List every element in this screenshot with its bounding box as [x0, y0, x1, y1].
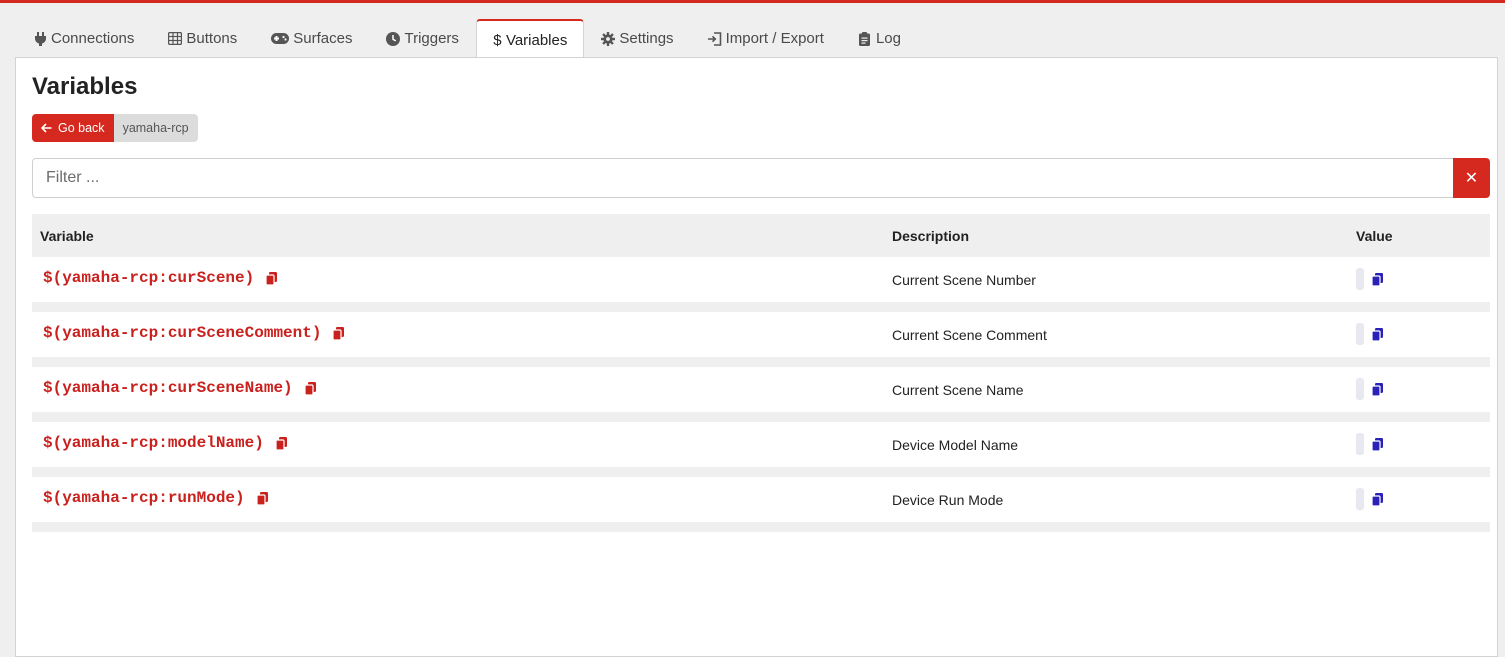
- variable-value: [1356, 488, 1364, 510]
- copy-variable-icon[interactable]: [333, 326, 345, 340]
- plug-icon: [33, 31, 47, 46]
- tab-log[interactable]: Log: [841, 19, 918, 58]
- variable-value: [1356, 433, 1364, 455]
- copy-variable-icon[interactable]: [304, 381, 316, 395]
- tab-label: Buttons: [186, 30, 238, 47]
- row-divider: [32, 467, 1490, 477]
- filter-input[interactable]: [32, 158, 1453, 198]
- variable-description: Device Run Mode: [892, 492, 1004, 508]
- header-variable: Variable: [40, 227, 94, 244]
- variable-value: [1356, 378, 1364, 400]
- variable-value: [1356, 323, 1364, 345]
- tab-label: Triggers: [404, 30, 459, 47]
- tab-import-export[interactable]: Import / Export: [691, 19, 841, 58]
- row-divider: [32, 302, 1490, 312]
- connection-tag: yamaha-rcp: [113, 114, 198, 142]
- breadcrumb: Go back yamaha-rcp: [32, 114, 198, 142]
- row-divider: [32, 412, 1490, 422]
- table-row: $(yamaha-rcp:curSceneName) Current Scene…: [32, 367, 1490, 412]
- copy-variable-icon[interactable]: [256, 491, 268, 505]
- variable-description: Device Model Name: [892, 437, 1019, 453]
- tab-label: Surfaces: [293, 30, 353, 47]
- variable-description: Current Scene Comment: [892, 327, 1047, 343]
- variable-name: $(yamaha-rcp:runMode): [43, 489, 245, 507]
- variable-name: $(yamaha-rcp:curSceneComment): [43, 324, 322, 342]
- page-title: Variables: [32, 73, 138, 100]
- table-row: $(yamaha-rcp:runMode) Device Run Mode: [32, 477, 1490, 522]
- tab-surfaces[interactable]: Surfaces: [254, 19, 369, 58]
- copy-variable-icon[interactable]: [266, 271, 278, 285]
- gamepad-icon: [271, 32, 290, 46]
- main-tabs: Connections Buttons Surfaces Triggers $ …: [16, 19, 918, 59]
- variables-table: Variable Description Value $(yamaha-rcp:…: [32, 214, 1490, 532]
- top-accent-bar: [0, 0, 1505, 3]
- variable-value: [1356, 268, 1364, 290]
- copy-value-icon[interactable]: [1372, 328, 1383, 341]
- header-description: Description: [892, 227, 970, 244]
- filter-bar: ✕: [32, 158, 1490, 198]
- clear-filter-button[interactable]: ✕: [1453, 158, 1490, 198]
- tab-label: Settings: [619, 30, 674, 47]
- variable-description: Current Scene Name: [892, 382, 1024, 398]
- tab-label: Connections: [51, 30, 135, 47]
- tab-label: Log: [875, 30, 901, 47]
- grid-icon: [168, 32, 183, 46]
- copy-value-icon[interactable]: [1372, 438, 1383, 451]
- variable-description: Current Scene Number: [892, 272, 1036, 288]
- tab-connections[interactable]: Connections: [16, 19, 151, 58]
- table-header: Variable Description Value: [32, 214, 1490, 257]
- gear-icon: [601, 31, 616, 46]
- import-icon: [707, 31, 722, 46]
- tab-buttons[interactable]: Buttons: [151, 19, 254, 58]
- tab-settings[interactable]: Settings: [584, 19, 690, 58]
- row-divider: [32, 357, 1490, 367]
- arrow-left-icon: [41, 123, 52, 133]
- tab-variables[interactable]: $ Variables: [475, 19, 585, 59]
- copy-value-icon[interactable]: [1372, 493, 1383, 506]
- variable-name: $(yamaha-rcp:curScene): [43, 269, 255, 287]
- go-back-button[interactable]: Go back: [32, 114, 114, 142]
- variable-name: $(yamaha-rcp:modelName): [43, 434, 264, 452]
- tab-label: Variables: [505, 31, 568, 49]
- table-row: $(yamaha-rcp:modelName) Device Model Nam…: [32, 422, 1490, 467]
- copy-value-icon[interactable]: [1372, 383, 1383, 396]
- go-back-label: Go back: [58, 121, 105, 135]
- clipboard-icon: [858, 31, 872, 46]
- row-divider: [32, 522, 1490, 532]
- clock-icon: [386, 31, 401, 46]
- variable-name: $(yamaha-rcp:curSceneName): [43, 379, 293, 397]
- tab-triggers[interactable]: Triggers: [369, 19, 475, 58]
- copy-value-icon[interactable]: [1372, 273, 1383, 286]
- table-row: $(yamaha-rcp:curScene) Current Scene Num…: [32, 257, 1490, 302]
- header-value: Value: [1356, 227, 1393, 244]
- tab-label: Import / Export: [725, 30, 824, 47]
- dollar-icon: $: [493, 31, 502, 49]
- copy-variable-icon[interactable]: [275, 436, 287, 450]
- table-row: $(yamaha-rcp:curSceneComment) Current Sc…: [32, 312, 1490, 357]
